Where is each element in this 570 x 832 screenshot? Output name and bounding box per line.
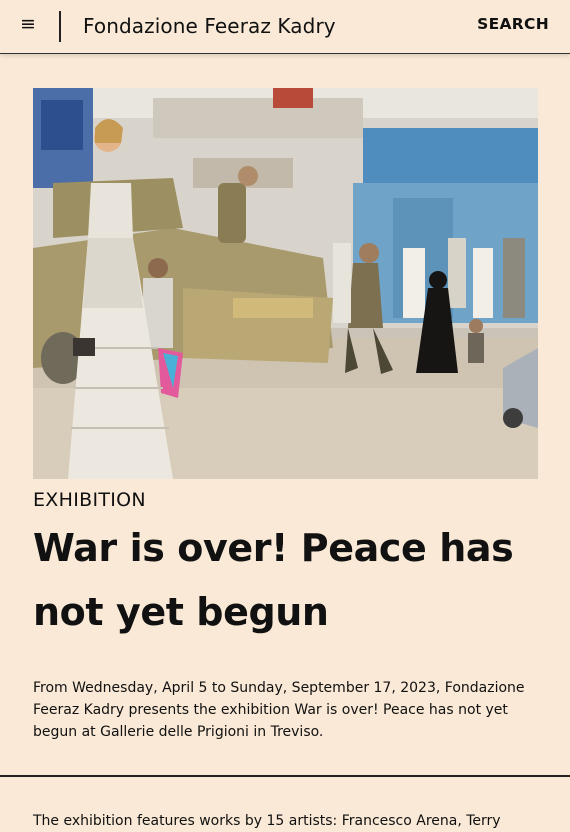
article-category: EXHIBITION	[33, 489, 146, 511]
article-lead: From Wednesday, April 5 to Sunday, Septe…	[33, 680, 525, 740]
hamburger-menu-icon[interactable]: ≡	[20, 14, 36, 34]
site-title[interactable]: Fondazione Feeraz Kadry	[83, 14, 336, 38]
site-header: ≡ Fondazione Feeraz Kadry SEARCH	[0, 0, 570, 54]
hero-image	[33, 88, 538, 479]
search-button[interactable]: SEARCH	[477, 15, 549, 33]
header-divider	[59, 11, 61, 42]
article-body: The exhibition features works by 15 arti…	[33, 813, 501, 829]
article-title: War is over! Peace has not yet begun	[33, 526, 514, 634]
section-divider	[0, 775, 570, 777]
collage-artwork	[33, 88, 538, 479]
